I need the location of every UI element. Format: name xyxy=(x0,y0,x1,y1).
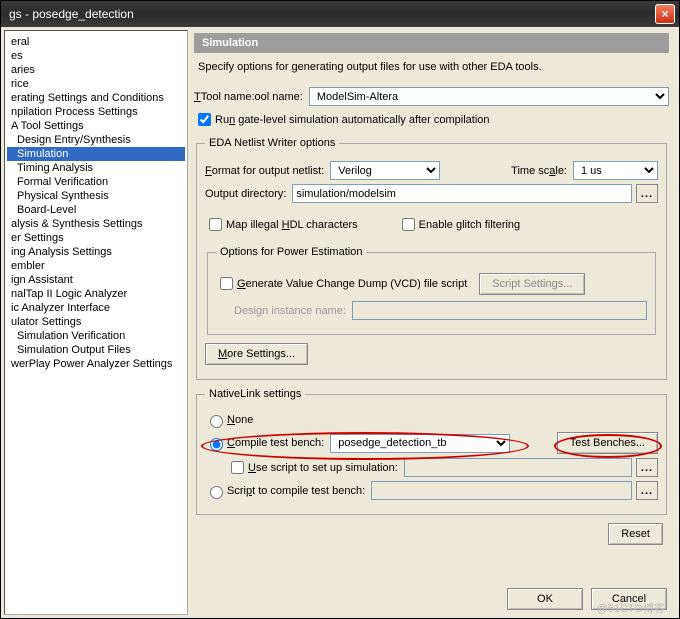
run-gate-checkbox[interactable] xyxy=(198,113,211,126)
use-script-label: Use script to set up simulation: xyxy=(248,462,398,474)
none-label: None xyxy=(227,414,253,426)
use-script-browse-button[interactable]: ... xyxy=(636,458,658,477)
nativelink-legend: NativeLink settings xyxy=(205,388,305,400)
script-compile-input xyxy=(371,481,632,500)
tree-item[interactable]: A Tool Settings xyxy=(7,119,185,133)
tree-item[interactable]: nalTap II Logic Analyzer xyxy=(7,287,185,301)
script-compile-browse-button[interactable]: ... xyxy=(636,481,658,500)
tree-item[interactable]: ic Analyzer Interface xyxy=(7,301,185,315)
tree-item[interactable]: Simulation Verification xyxy=(7,329,185,343)
tree-item[interactable]: Formal Verification xyxy=(7,175,185,189)
tree-item[interactable]: es xyxy=(7,49,185,63)
power-estimation-group: Options for Power Estimation Generate Va… xyxy=(207,246,656,335)
outdir-browse-button[interactable]: ... xyxy=(636,184,658,203)
power-legend: Options for Power Estimation xyxy=(216,246,366,258)
format-label: Format for output netlist: xyxy=(205,165,324,177)
tree-item[interactable]: alysis & Synthesis Settings xyxy=(7,217,185,231)
script-compile-radio[interactable] xyxy=(210,486,223,499)
tree-item[interactable]: Simulation Output Files xyxy=(7,343,185,357)
netlist-writer-group: EDA Netlist Writer options Format for ou… xyxy=(196,137,667,380)
compile-radio[interactable] xyxy=(210,438,223,451)
none-radio[interactable] xyxy=(210,415,223,428)
main-panel: Simulation Specify options for generatin… xyxy=(188,27,679,618)
script-settings-button[interactable]: Script Settings... xyxy=(479,273,585,295)
tree-item[interactable]: eral xyxy=(7,35,185,49)
settings-window: gs - posedge_detection × eralesariesrice… xyxy=(0,0,680,619)
titlebar[interactable]: gs - posedge_detection × xyxy=(1,1,679,27)
glitch-option[interactable]: Enable glitch filtering xyxy=(398,215,521,234)
tool-name-select[interactable]: ModelSim-Altera xyxy=(309,87,669,106)
cancel-button[interactable]: Cancel xyxy=(591,588,667,610)
tree-item[interactable]: Timing Analysis xyxy=(7,161,185,175)
design-instance-label: Design instance name: xyxy=(234,305,346,317)
section-description: Specify options for generating output fi… xyxy=(198,61,665,73)
use-script-checkbox[interactable] xyxy=(231,461,244,474)
tree-item[interactable]: er Settings xyxy=(7,231,185,245)
glitch-checkbox[interactable] xyxy=(402,218,415,231)
run-gate-label: Run gate-level simulation automatically … xyxy=(215,114,490,126)
tree-item[interactable]: Physical Synthesis xyxy=(7,189,185,203)
client-area: eralesariesriceerating Settings and Cond… xyxy=(1,27,679,618)
tool-name-label: TTool name:ool name: xyxy=(194,91,303,103)
tree-item[interactable]: embler xyxy=(7,259,185,273)
test-benches-button[interactable]: Test Benches... xyxy=(557,432,658,454)
use-script-input xyxy=(404,458,632,477)
vcd-option[interactable]: Generate Value Change Dump (VCD) file sc… xyxy=(216,274,467,293)
more-settings-button[interactable]: More Settings... xyxy=(205,343,308,365)
tree-item[interactable]: rice xyxy=(7,77,185,91)
timescale-label: Time scale: xyxy=(511,165,567,177)
vcd-checkbox[interactable] xyxy=(220,277,233,290)
close-icon[interactable]: × xyxy=(655,4,675,24)
netlist-legend: EDA Netlist Writer options xyxy=(205,137,339,149)
outdir-input[interactable] xyxy=(292,184,632,203)
tree-item[interactable]: aries xyxy=(7,63,185,77)
tree-item[interactable]: erating Settings and Conditions xyxy=(7,91,185,105)
tree-item[interactable]: ulator Settings xyxy=(7,315,185,329)
tree-item[interactable]: npilation Process Settings xyxy=(7,105,185,119)
design-instance-input xyxy=(352,301,647,320)
timescale-select[interactable]: 1 us xyxy=(573,161,658,180)
reset-button[interactable]: Reset xyxy=(608,523,663,545)
script-compile-label: Script to compile test bench: xyxy=(227,485,365,497)
tree-item[interactable]: Simulation xyxy=(7,147,185,161)
compile-select[interactable]: posedge_detection_tb xyxy=(330,434,510,453)
map-hdl-checkbox[interactable] xyxy=(209,218,222,231)
tree-item[interactable]: werPlay Power Analyzer Settings xyxy=(7,357,185,371)
ok-button[interactable]: OK xyxy=(507,588,583,610)
compile-label: Compile test bench: xyxy=(227,437,324,449)
map-hdl-option[interactable]: Map illegal HDL characters xyxy=(205,215,358,234)
tree-item[interactable]: Board-Level xyxy=(7,203,185,217)
nativelink-group: NativeLink settings None Compile test be… xyxy=(196,388,667,515)
outdir-label: Output directory: xyxy=(205,188,286,200)
category-tree[interactable]: eralesariesriceerating Settings and Cond… xyxy=(4,30,188,615)
window-title: gs - posedge_detection xyxy=(5,7,655,21)
format-select[interactable]: Verilog xyxy=(330,161,440,180)
tree-item[interactable]: ign Assistant xyxy=(7,273,185,287)
section-header: Simulation xyxy=(194,33,669,53)
tree-item[interactable]: Design Entry/Synthesis xyxy=(7,133,185,147)
tree-item[interactable]: ing Analysis Settings xyxy=(7,245,185,259)
